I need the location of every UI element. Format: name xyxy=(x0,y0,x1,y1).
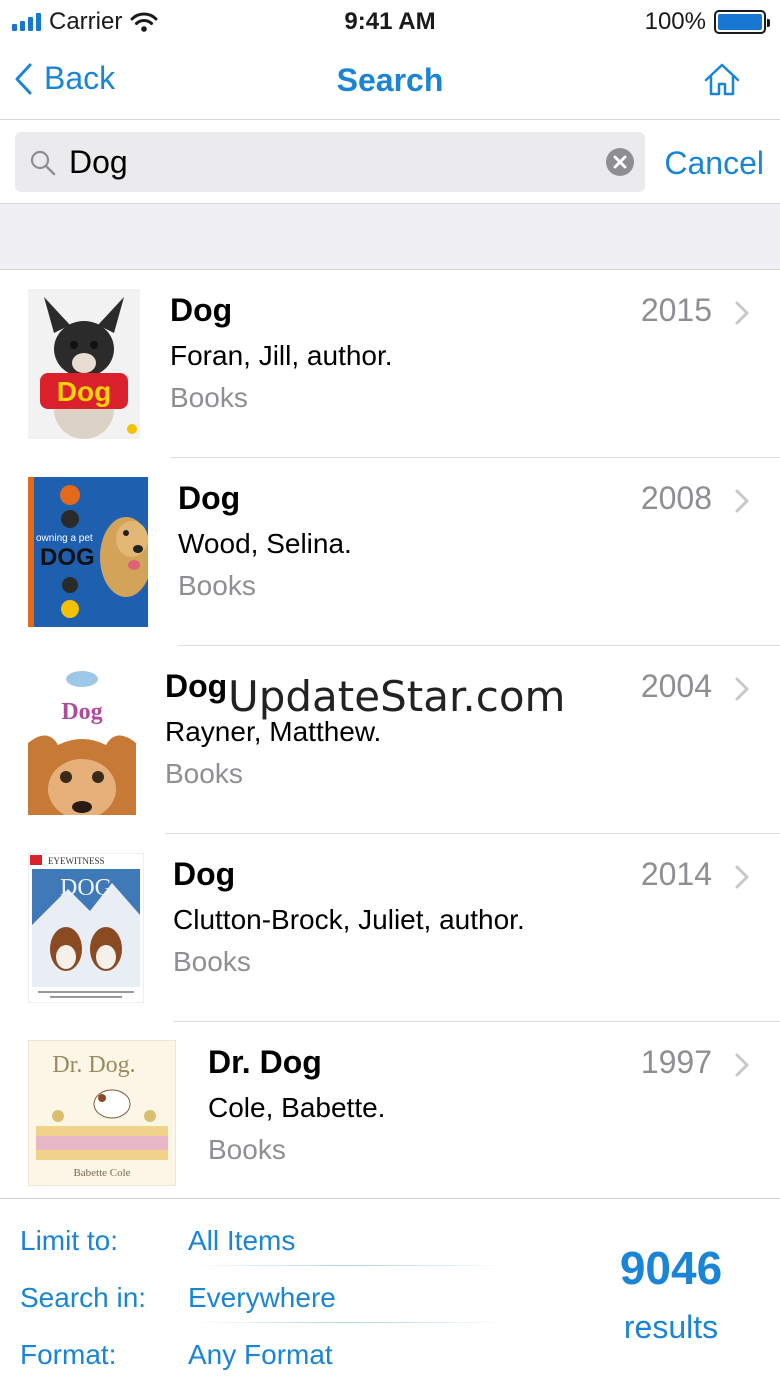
battery-info: 100% xyxy=(644,8,770,36)
book-year: 2008 xyxy=(640,480,712,516)
chevron-right-icon xyxy=(735,865,749,889)
results-count-label: results xyxy=(623,1309,719,1345)
book-cover: Dr. Dog. Babette Cole xyxy=(28,1040,176,1186)
book-year: 2015 xyxy=(640,292,712,328)
book-cover: owning a pet DOG xyxy=(28,477,148,627)
book-title: Dog xyxy=(165,668,228,704)
search-in-selector[interactable]: Everywhere xyxy=(188,1282,336,1314)
list-item[interactable]: EYEWITNESS DOG Dog Clutton-Brock, Juliet… xyxy=(0,834,780,1022)
chevron-right-icon xyxy=(735,489,749,513)
book-title: Dog xyxy=(178,480,241,516)
book-year: 1997 xyxy=(640,1044,712,1080)
clear-icon[interactable] xyxy=(605,147,635,177)
limit-label: Limit to: xyxy=(20,1225,119,1256)
book-year: 2014 xyxy=(640,856,712,892)
chevron-right-icon xyxy=(735,1053,749,1077)
search-in-label: Search in: xyxy=(20,1282,147,1313)
svg-text:Babette Cole: Babette Cole xyxy=(73,1167,130,1179)
svg-text:Dog: Dog xyxy=(57,376,111,407)
book-title: Dog xyxy=(173,856,236,892)
search-icon xyxy=(30,150,56,176)
svg-text:Dog: Dog xyxy=(61,699,102,725)
format-selector[interactable]: Any Format xyxy=(188,1339,333,1371)
book-format: Books xyxy=(208,1134,286,1165)
cancel-button[interactable]: Cancel xyxy=(664,145,764,182)
book-year: 2004 xyxy=(640,668,712,704)
book-format: Books xyxy=(165,758,243,789)
section-divider xyxy=(0,204,780,270)
book-format: Books xyxy=(178,570,256,601)
book-title: Dr. Dog xyxy=(208,1044,322,1080)
svg-text:Dr. Dog.: Dr. Dog. xyxy=(52,1052,135,1078)
battery-level xyxy=(718,14,762,30)
filter-divider xyxy=(190,1265,510,1266)
book-format: Books xyxy=(170,382,248,413)
book-author: Clutton-Brock, Juliet, author. xyxy=(173,904,525,935)
results-list: Dog Dog Foran, Jill, author. Books 2015 … xyxy=(0,270,780,1198)
battery-icon xyxy=(714,10,770,34)
svg-text:DOG: DOG xyxy=(60,875,112,901)
list-item[interactable]: Dr. Dog. Babette Cole Dr. Dog Cole, Babe… xyxy=(0,1022,780,1198)
watermark: UpdateStar.com xyxy=(228,672,566,721)
nav-bar: Back Search xyxy=(0,44,780,120)
svg-text:EYEWITNESS: EYEWITNESS xyxy=(48,856,105,866)
chevron-right-icon xyxy=(735,677,749,701)
list-item[interactable]: owning a pet DOG Dog Wood, Selina. Books… xyxy=(0,458,780,646)
status-bar: Carrier 9:41 AM 100% xyxy=(0,0,780,44)
search-input[interactable] xyxy=(69,132,589,192)
book-cover: Dog xyxy=(28,289,140,439)
book-author: Foran, Jill, author. xyxy=(170,340,393,371)
battery-percent: 100% xyxy=(644,8,706,35)
home-icon[interactable] xyxy=(702,60,742,100)
results-count: 9046 xyxy=(619,1242,723,1294)
book-author: Cole, Babette. xyxy=(208,1092,386,1123)
filter-panel: Limit to: All Items Search in: Everywher… xyxy=(0,1198,780,1387)
svg-text:owning a pet: owning a pet xyxy=(36,533,93,544)
book-cover: Dog xyxy=(28,665,136,815)
book-cover: EYEWITNESS DOG xyxy=(28,853,144,1003)
format-label: Format: xyxy=(20,1339,117,1370)
book-format: Books xyxy=(173,946,251,977)
chevron-right-icon xyxy=(735,301,749,325)
filter-divider xyxy=(190,1322,510,1323)
book-author: Wood, Selina. xyxy=(178,528,352,559)
svg-text:DOG: DOG xyxy=(40,544,95,571)
page-title: Search xyxy=(336,62,444,98)
book-title: Dog xyxy=(170,292,233,328)
list-item[interactable]: Dog Dog Foran, Jill, author. Books 2015 xyxy=(0,270,780,458)
search-field[interactable] xyxy=(15,132,645,192)
limit-selector[interactable]: All Items xyxy=(188,1225,295,1257)
search-bar: Cancel xyxy=(0,121,780,204)
